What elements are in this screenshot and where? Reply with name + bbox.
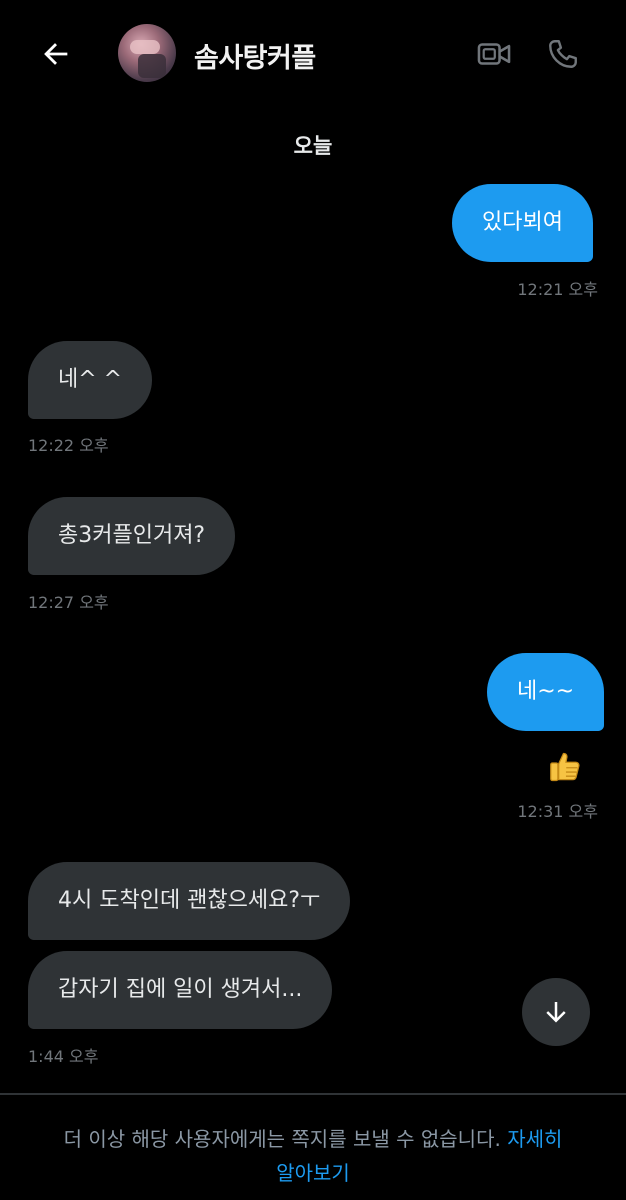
notice-text: 더 이상 해당 사용자에게는 쪽지를 보낼 수 없습니다. bbox=[63, 1127, 508, 1151]
thumbs-up-icon bbox=[550, 752, 580, 782]
message-bubble-received[interactable]: 총3커플인거져? bbox=[28, 497, 236, 575]
thumbs-up-reaction[interactable] bbox=[546, 748, 584, 786]
avatar[interactable] bbox=[118, 24, 176, 82]
message-timestamp: 12:27 오후 bbox=[28, 593, 109, 612]
footer-divider bbox=[0, 1093, 626, 1095]
conversation-title[interactable]: 솜사탕커플 bbox=[194, 36, 316, 75]
scroll-to-bottom-button[interactable] bbox=[522, 978, 590, 1046]
message-bubble-received[interactable]: 네^ ^ bbox=[28, 341, 153, 419]
message-timestamp: 12:22 오후 bbox=[28, 436, 109, 455]
arrow-down-icon bbox=[546, 1002, 566, 1023]
conversation-disabled-notice: 더 이상 해당 사용자에게는 쪽지를 보낼 수 없습니다. 자세히 알아보기 bbox=[20, 1122, 606, 1190]
message-timestamp: 12:31 오후 bbox=[517, 802, 598, 821]
conversation-header: 솜사탕커플 bbox=[0, 0, 626, 108]
phone-icon bbox=[549, 40, 577, 68]
message-timestamp: 1:44 오후 bbox=[28, 1047, 99, 1066]
video-camera-icon bbox=[477, 43, 511, 65]
date-divider: 오늘 bbox=[293, 134, 333, 158]
message-timestamp: 12:21 오후 bbox=[517, 280, 598, 299]
phone-call-button[interactable] bbox=[541, 32, 585, 76]
video-call-button[interactable] bbox=[472, 32, 516, 76]
message-bubble-received[interactable]: 갑자기 집에 일이 생겨서... bbox=[28, 951, 333, 1029]
message-bubble-sent[interactable]: 네~~ bbox=[487, 653, 605, 731]
arrow-left-icon bbox=[44, 43, 68, 65]
message-bubble-received[interactable]: 4시 도착인데 괜찮으세요?ㅜ bbox=[28, 862, 351, 940]
back-button[interactable] bbox=[34, 32, 78, 76]
message-bubble-sent[interactable]: 있다뵈여 bbox=[452, 184, 593, 262]
